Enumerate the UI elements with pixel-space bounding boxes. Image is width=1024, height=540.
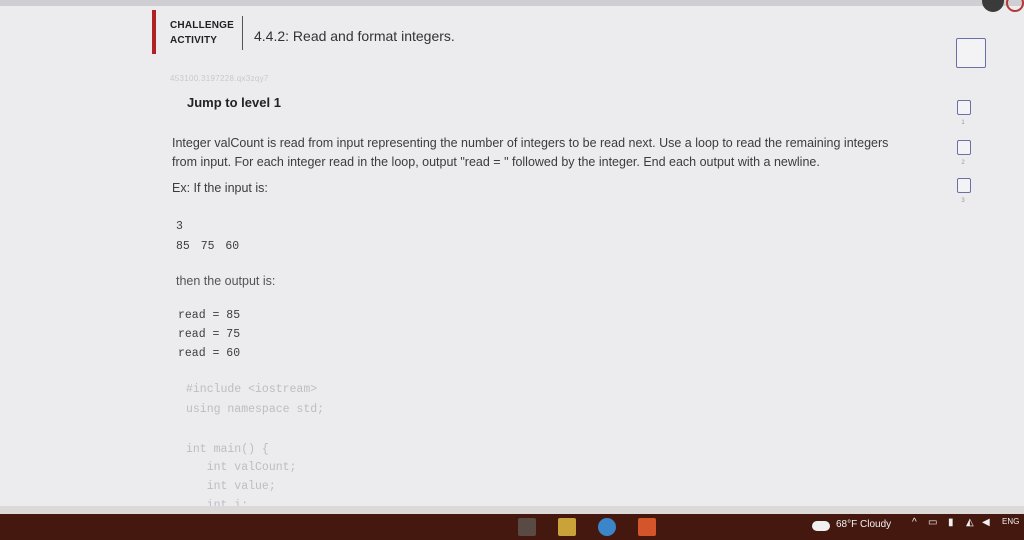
jump-to-level-link[interactable]: Jump to level 1 <box>187 95 281 110</box>
activity-title: 4.4.2: Read and format integers. <box>254 28 455 44</box>
wifi-icon[interactable]: ◭ <box>966 517 974 528</box>
description-line: Integer valCount is read from input repr… <box>172 136 889 150</box>
volume-icon[interactable]: ◀ <box>982 517 990 528</box>
example-output-label: then the output is: <box>176 274 276 288</box>
code-line: #include <iostream> <box>186 383 318 396</box>
problem-description: Integer valCount is read from input repr… <box>172 134 952 172</box>
header-divider <box>242 16 243 50</box>
example-input-values: 85 75 60 <box>176 240 240 253</box>
level-3-checkbox[interactable] <box>957 178 971 193</box>
level-2-checkbox[interactable] <box>957 140 971 155</box>
level-1-checkbox[interactable] <box>957 100 971 115</box>
taskbar-app-icon[interactable] <box>638 518 656 536</box>
header-accent-bar <box>152 10 156 54</box>
code-line: using namespace std; <box>186 403 325 416</box>
activity-id: 453100.3197228.qx3zqy7 <box>170 74 269 83</box>
cloud-icon <box>812 521 830 531</box>
example-intro: Ex: If the input is: <box>172 181 268 195</box>
example-output-line: read = 60 <box>178 347 241 360</box>
code-line: int value; <box>186 480 276 493</box>
level-number: 2 <box>961 160 965 166</box>
example-output-line: read = 75 <box>178 328 241 341</box>
screen-bottom-glare <box>0 506 1024 514</box>
level-number: 1 <box>961 120 965 126</box>
browser-top-bar <box>0 0 1024 6</box>
chevron-up-icon[interactable]: ^ <box>912 517 917 528</box>
profile-circle-icon[interactable] <box>982 0 1004 12</box>
activity-kind: CHALLENGE ACTIVITY <box>170 18 250 48</box>
activity-kind-line2: ACTIVITY <box>170 35 218 46</box>
language-indicator[interactable]: ENG <box>1002 517 1019 526</box>
weather-text[interactable]: 68°F Cloudy <box>836 519 891 530</box>
level-number: 3 <box>961 198 965 204</box>
activity-kind-line1: CHALLENGE <box>170 20 235 31</box>
network-icon[interactable]: ▭ <box>928 517 937 528</box>
taskbar-browser-icon[interactable] <box>598 518 616 536</box>
taskbar-app-icon[interactable] <box>558 518 576 536</box>
close-circle-icon[interactable] <box>1006 0 1024 12</box>
example-output-line: read = 85 <box>178 309 241 322</box>
description-line: from input. For each integer read in the… <box>172 155 820 169</box>
code-line: int main() { <box>186 443 269 456</box>
example-input-count: 3 <box>176 220 183 233</box>
activity-completion-checkbox <box>956 38 986 68</box>
code-line: int valCount; <box>186 461 297 474</box>
battery-icon[interactable]: ▮ <box>948 517 954 528</box>
taskbar-app-icon[interactable] <box>518 518 536 536</box>
